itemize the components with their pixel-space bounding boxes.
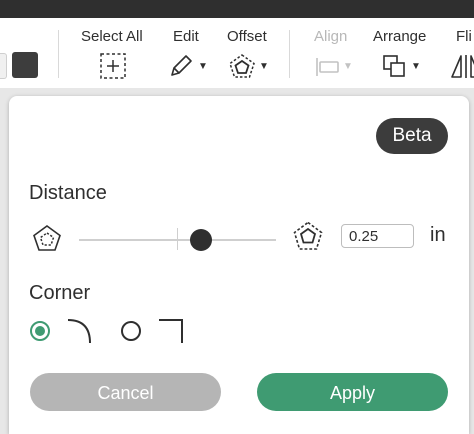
toolbar-divider (58, 30, 59, 78)
offset-label[interactable]: Offset (227, 28, 267, 45)
flip-icon[interactable] (450, 53, 474, 79)
arrange-label[interactable]: Arrange (373, 28, 426, 45)
distance-slider-thumb[interactable] (190, 229, 213, 251)
large-offset-pentagon-icon (293, 221, 323, 250)
corner-label: Corner (29, 282, 91, 304)
beta-badge: Beta (376, 118, 448, 154)
align-icon[interactable] (315, 56, 341, 78)
arrange-chevron-down-icon[interactable]: ▼ (411, 61, 421, 72)
distance-value-input[interactable] (341, 224, 414, 248)
offset-pentagon-icon[interactable] (228, 53, 256, 79)
select-all-icon[interactable] (99, 52, 127, 80)
align-label[interactable]: Align (314, 28, 347, 45)
small-offset-pentagon-icon (33, 225, 61, 251)
arrange-icon[interactable] (381, 53, 407, 79)
edit-label[interactable]: Edit (173, 28, 199, 45)
toolbar-divider (289, 30, 290, 78)
color-swatch-partial[interactable] (0, 53, 7, 79)
edit-chevron-down-icon[interactable]: ▼ (198, 61, 208, 72)
align-chevron-down-icon[interactable]: ▼ (343, 61, 353, 72)
flip-label[interactable]: Fli (456, 28, 472, 45)
pencil-icon[interactable] (168, 53, 194, 79)
offset-panel: Beta Distance in Corner Cancel Apply (9, 96, 469, 434)
rounded-corner-icon[interactable] (67, 318, 93, 344)
square-corner-icon[interactable] (158, 318, 184, 344)
cancel-button[interactable]: Cancel (30, 373, 221, 411)
corner-rounded-radio[interactable] (30, 321, 50, 341)
distance-slider-default-tick (177, 228, 178, 250)
color-swatch[interactable] (12, 52, 38, 78)
distance-label: Distance (29, 182, 107, 204)
select-all-label[interactable]: Select All (81, 28, 143, 45)
offset-chevron-down-icon[interactable]: ▼ (259, 61, 269, 72)
app-top-bar (0, 0, 474, 18)
corner-square-radio[interactable] (121, 321, 141, 341)
distance-unit-label: in (430, 224, 446, 246)
apply-button[interactable]: Apply (257, 373, 448, 411)
radio-selected-dot (35, 326, 45, 336)
